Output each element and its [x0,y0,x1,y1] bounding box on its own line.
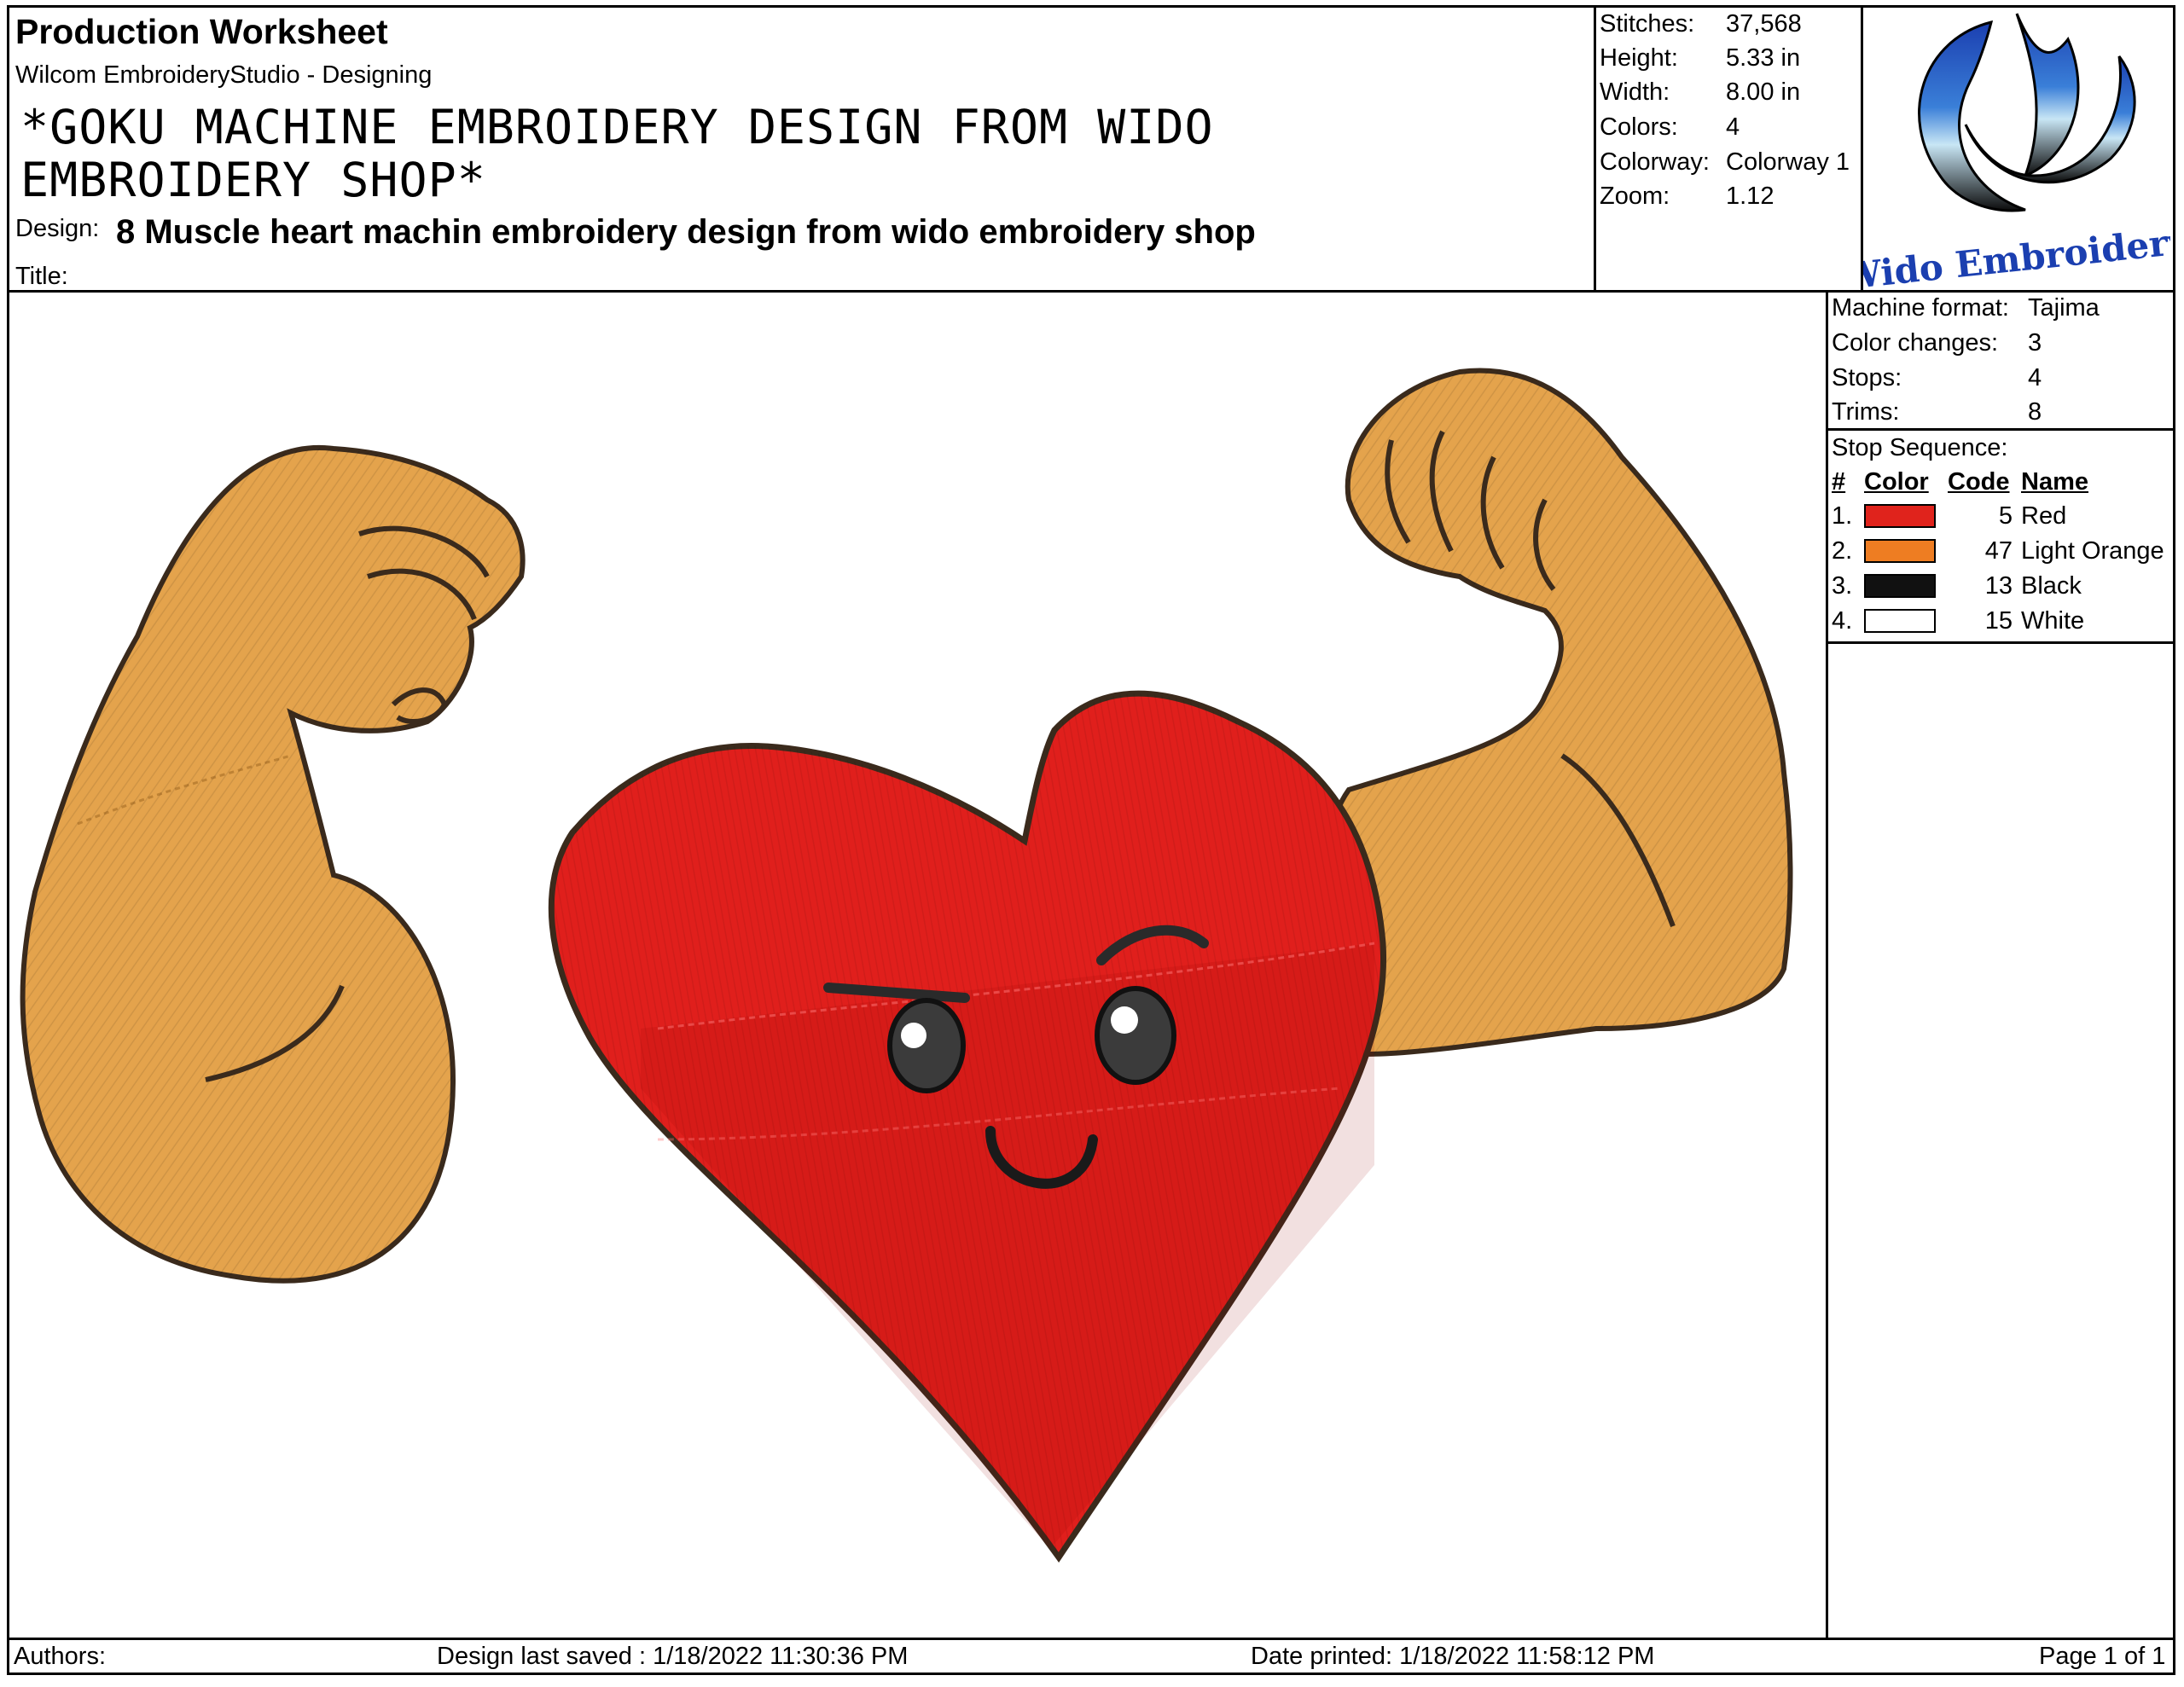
stop-row-name: White [2021,607,2085,635]
design-name: 8 Muscle heart machin embroidery design … [116,213,1256,251]
design-big-title: *GOKU MACHINE EMBROIDERY DESIGN FROM WID… [20,100,1214,207]
stop-row-code: 5 [1998,502,2013,530]
muscle-heart-embroidery [20,368,1793,1563]
left-eye-highlight [901,1023,926,1048]
stop-row-number: 2. [1832,537,1853,565]
stops-value: 4 [2028,364,2042,391]
stop-row-name: Light Orange [2021,537,2164,565]
right-flexed-arm [1316,368,1793,1058]
logo-icon: Wido Embroidery [1838,13,2184,298]
zoom-value: 1.12 [1726,183,1774,210]
machine-info-panel: Machine format: Tajima Color changes: 3 … [1826,293,2175,431]
machine-format-label: Machine format: [1832,294,2009,322]
stop-row-color-swatch [1864,609,1936,633]
stop-row-color-swatch [1864,504,1936,528]
colorway-label: Colorway: [1600,148,1710,176]
sheet-title: Production Worksheet [15,12,388,51]
wido-embroidery-logo: Wido Embroidery [1838,5,2184,298]
header-info-panel: Production Worksheet Wilcom EmbroiderySt… [7,5,1596,293]
color-changes-value: 3 [2028,329,2042,357]
col-header-name: Name [2021,468,2088,496]
title-label: Title: [15,263,68,290]
design-label: Design: [15,215,100,242]
design-stats-panel: Stitches: 37,568 Height: 5.33 in Width: … [1596,5,1863,293]
color-changes-label: Color changes: [1832,329,1999,357]
design-preview [9,295,1826,1638]
colorway-value: Colorway 1 [1726,148,1850,176]
footer-divider [7,1638,2175,1640]
app-name: Wilcom EmbroideryStudio - Designing [15,61,433,89]
stop-sequence-label: Stop Sequence: [1832,434,2008,461]
machine-format-value: Tajima [2028,294,2100,322]
height-value: 5.33 in [1726,44,1801,72]
stitches-value: 37,568 [1726,10,1802,38]
page-number: Page 1 of 1 [2039,1643,2166,1670]
col-header-code: Code [1948,468,2010,496]
right-column-divider [1826,644,1828,1638]
last-saved: Design last saved : 1/18/2022 11:30:36 P… [437,1643,909,1670]
stop-row-name: Red [2021,502,2067,530]
stop-sequence-panel: Stop Sequence: # Color Code Name 1. 5 Red 2… [1826,431,2175,644]
zoom-label: Zoom: [1600,183,1670,210]
height-label: Height: [1600,44,1678,72]
stop-row-number: 4. [1832,607,1853,635]
stop-row-number: 3. [1832,572,1853,600]
stop-row-name: Black [2021,572,2082,600]
right-eye-highlight [1111,1006,1138,1034]
heart-body [548,690,1387,1563]
col-header-color: Color [1864,468,1929,496]
stop-row-code: 13 [1984,572,2013,600]
logo-text: Wido Embroidery [1863,220,2170,287]
colors-value: 4 [1726,113,1740,141]
width-label: Width: [1600,78,1670,106]
stop-row-color-swatch [1864,539,1936,563]
right-eye [1095,986,1176,1085]
left-eye [887,998,966,1093]
authors-label: Authors: [14,1643,106,1670]
left-flexed-arm [20,445,526,1284]
colors-label: Colors: [1600,113,1678,141]
col-header-num: # [1832,468,1846,496]
stitches-label: Stitches: [1600,10,1695,38]
width-value: 8.00 in [1726,78,1801,106]
date-printed: Date printed: 1/18/2022 11:58:12 PM [1251,1643,1655,1670]
trims-value: 8 [2028,398,2042,426]
stop-row-color-swatch [1864,574,1936,598]
stop-row-number: 1. [1832,502,1853,530]
stop-row-code: 47 [1984,537,2013,565]
stop-row-code: 15 [1984,607,2013,635]
trims-label: Trims: [1832,398,1900,426]
stops-label: Stops: [1832,364,1902,391]
